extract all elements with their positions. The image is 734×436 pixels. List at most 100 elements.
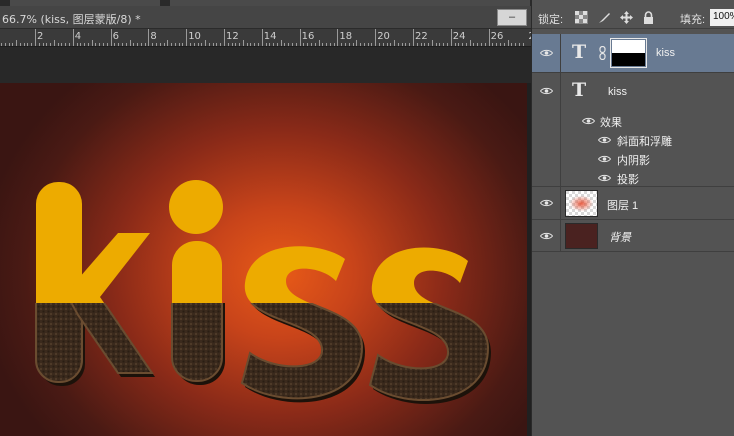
ruler-tick	[239, 43, 241, 46]
eye-icon[interactable]	[540, 232, 553, 240]
eye-icon[interactable]	[598, 136, 611, 144]
layer-name[interactable]: kiss	[608, 86, 627, 98]
ruler-tick	[91, 40, 93, 46]
ruler-tick	[382, 43, 384, 46]
ruler-tick	[390, 43, 392, 46]
ruler-tick	[481, 43, 483, 46]
layer-kiss-masked[interactable]: T kiss	[532, 34, 734, 73]
ruler-tick	[299, 29, 301, 46]
layer-thumbnail[interactable]	[565, 190, 598, 217]
ruler-tick	[515, 43, 517, 46]
ruler-tick	[189, 43, 191, 46]
ruler-tick	[371, 43, 373, 46]
ruler-tick	[310, 43, 312, 46]
layer-name[interactable]: kiss	[656, 47, 675, 59]
eye-icon[interactable]	[540, 87, 553, 95]
layers-panel: 锁定: 填充: 100% T	[531, 0, 734, 436]
layer-name[interactable]: 背景	[609, 229, 631, 245]
eye-icon[interactable]	[598, 174, 611, 182]
ruler-tick	[27, 43, 29, 46]
mask-link-icon[interactable]	[599, 46, 606, 60]
lock-transparent-icon[interactable]	[575, 11, 588, 24]
ruler-tick	[114, 43, 116, 46]
effect-inner-shadow[interactable]: 内阴影	[532, 149, 734, 168]
ruler-tick	[193, 43, 195, 46]
eye-icon[interactable]	[598, 155, 611, 163]
ruler-tick	[171, 43, 173, 46]
ruler-tick	[367, 43, 369, 46]
ruler-tick	[129, 40, 131, 46]
effect-name[interactable]: 投影	[617, 171, 639, 187]
canvas[interactable]	[0, 83, 527, 436]
fill-label: 填充:	[680, 14, 706, 26]
ruler-tick	[522, 43, 524, 46]
ruler-tick	[273, 43, 275, 46]
document-tab-title[interactable]: 66.7% (kiss, 图层蒙版/8) *	[2, 11, 141, 27]
ruler-tick	[424, 43, 426, 46]
ruler-tick	[118, 43, 120, 46]
ruler-label: 12	[226, 31, 239, 42]
ruler-tick	[378, 43, 380, 46]
ruler-tick	[87, 43, 89, 46]
ruler-tick	[288, 43, 290, 46]
fill-input[interactable]: 100%	[710, 9, 734, 26]
layer-kiss-effects[interactable]: T kiss 效果 斜面和浮雕 内阴影 投影	[532, 73, 734, 187]
effects-row[interactable]: 效果	[532, 111, 734, 130]
layer-name[interactable]: 图层 1	[607, 197, 638, 213]
ruler-tick	[303, 43, 305, 46]
ruler-tick	[31, 43, 33, 46]
ruler-tick	[454, 43, 456, 46]
layer-1[interactable]: 图层 1	[532, 187, 734, 220]
ruler-tick	[23, 43, 25, 46]
ruler-tick	[99, 43, 101, 46]
eye-icon[interactable]	[540, 199, 553, 207]
ruler-tick	[405, 43, 407, 46]
ruler-tick	[4, 43, 6, 46]
visibility-toggle[interactable]	[532, 220, 561, 251]
layer-background[interactable]: 背景	[532, 220, 734, 252]
effects-label[interactable]: 效果	[600, 114, 622, 130]
ruler-tick	[326, 43, 328, 46]
eye-icon[interactable]	[540, 49, 553, 57]
ruler-tick	[227, 43, 229, 46]
ruler-tick	[280, 40, 282, 46]
lock-label: 锁定:	[538, 14, 564, 26]
effect-name[interactable]: 内阴影	[617, 152, 650, 168]
minimize-button[interactable]: –	[497, 9, 527, 26]
ruler-tick	[125, 43, 127, 46]
ruler-tick	[473, 43, 475, 46]
ruler-tick	[178, 43, 180, 46]
ruler-tick	[103, 43, 105, 46]
ruler-tick	[469, 40, 471, 46]
visibility-toggle[interactable]	[532, 187, 561, 219]
layer-thumbnail[interactable]	[565, 223, 598, 249]
ruler-tick	[84, 43, 86, 46]
effect-drop-shadow[interactable]: 投影	[532, 168, 734, 187]
ruler-tick	[38, 43, 40, 46]
ruler-tick	[352, 43, 354, 46]
ruler-tick	[265, 43, 267, 46]
ruler-tick	[276, 43, 278, 46]
lock-brush-icon[interactable]	[598, 11, 611, 24]
lock-move-icon[interactable]	[620, 11, 633, 24]
ruler-tick	[235, 43, 237, 46]
ruler-tick	[465, 43, 467, 46]
ruler-tick	[140, 43, 142, 46]
effect-name[interactable]: 斜面和浮雕	[617, 133, 672, 149]
layer-mask-thumbnail[interactable]	[610, 38, 647, 68]
ruler-tick	[507, 40, 509, 46]
ruler-tick	[314, 43, 316, 46]
ruler-tick	[431, 40, 433, 46]
ruler-tick	[201, 43, 203, 46]
lock-all-icon[interactable]	[642, 11, 655, 24]
document-tab[interactable]: 66.7% (kiss, 图层蒙版/8) * –	[0, 6, 531, 29]
ruler-tick	[318, 40, 320, 46]
effect-bevel-emboss[interactable]: 斜面和浮雕	[532, 130, 734, 149]
eye-icon[interactable]	[582, 117, 595, 125]
ruler-tick	[428, 43, 430, 46]
ruler-tick	[224, 29, 225, 46]
horizontal-ruler[interactable]: 24681012141618202224262	[0, 29, 531, 47]
ruler-tick	[261, 29, 263, 46]
visibility-toggle[interactable]	[532, 34, 561, 72]
ruler-tick	[76, 43, 78, 46]
